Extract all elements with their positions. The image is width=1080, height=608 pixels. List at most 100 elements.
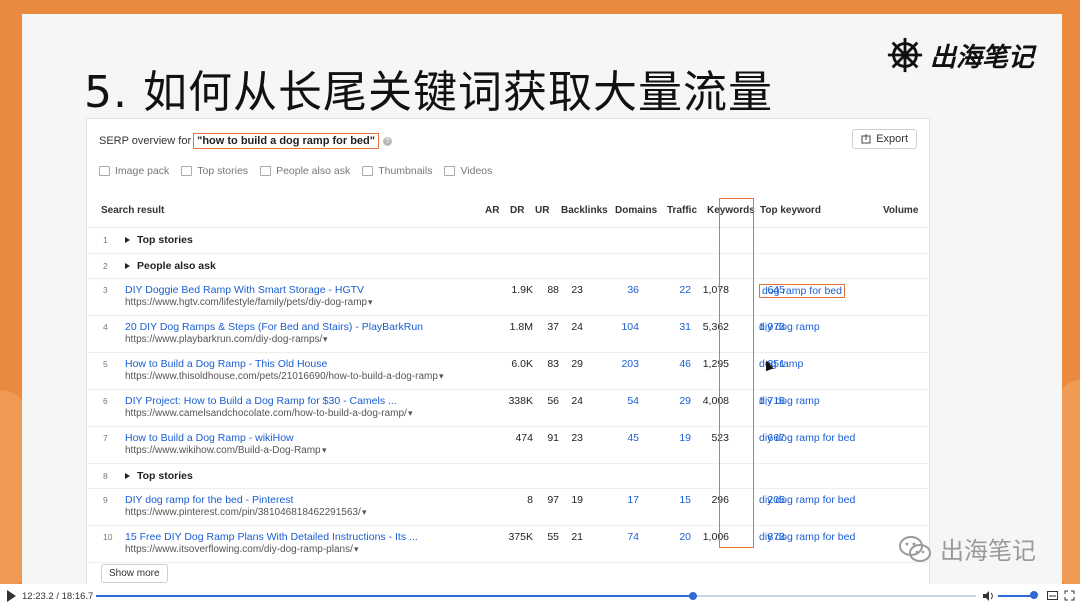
row-number: 3 bbox=[103, 285, 108, 295]
export-button[interactable]: Export bbox=[852, 129, 917, 149]
table-row: 7 How to Build a Dog Ramp - wikiHow https:… bbox=[87, 426, 929, 464]
cell-ur: 24 bbox=[571, 395, 583, 407]
group-toggle[interactable]: People also ask bbox=[125, 260, 216, 272]
result-title-link[interactable]: DIY dog ramp for the bed - Pinterest bbox=[125, 494, 293, 506]
top-keyword-link[interactable]: diy dog ramp bbox=[759, 321, 820, 333]
row-number: 5 bbox=[103, 359, 108, 369]
table-row: 9 DIY dog ramp for the bed - Pinterest htt… bbox=[87, 488, 929, 526]
filter-videos[interactable]: Videos bbox=[444, 165, 492, 177]
cell-backlinks[interactable]: 203 bbox=[589, 358, 639, 370]
chevron-down-icon[interactable]: ▾ bbox=[322, 445, 327, 456]
row-number: 1 bbox=[103, 235, 108, 245]
table-row: 3 DIY Doggie Bed Ramp With Smart Storage … bbox=[87, 278, 929, 316]
chevron-down-icon[interactable]: ▾ bbox=[354, 544, 359, 555]
col-volume[interactable]: Volume bbox=[883, 205, 918, 216]
question-icon bbox=[260, 166, 272, 176]
subtitles-icon[interactable] bbox=[1047, 590, 1058, 601]
result-url[interactable]: https://www.thisoldhouse.com/pets/210166… bbox=[125, 371, 438, 382]
col-ur[interactable]: UR bbox=[535, 205, 549, 216]
cell-ur: 19 bbox=[571, 494, 583, 506]
news-icon bbox=[181, 166, 193, 176]
filter-label: Top stories bbox=[197, 165, 249, 177]
result-title-link[interactable]: How to Build a Dog Ramp - wikiHow bbox=[125, 432, 294, 444]
col-traffic[interactable]: Traffic bbox=[667, 205, 697, 216]
chevron-down-icon[interactable]: ▾ bbox=[323, 334, 328, 345]
chevron-down-icon[interactable]: ▾ bbox=[408, 408, 413, 419]
top-keyword-link[interactable]: diy dog ramp for bed bbox=[759, 494, 855, 506]
result-url[interactable]: https://www.wikihow.com/Build-a-Dog-Ramp bbox=[125, 445, 321, 456]
col-domains[interactable]: Domains bbox=[615, 205, 657, 216]
export-label: Export bbox=[876, 133, 908, 145]
play-button[interactable] bbox=[7, 590, 16, 602]
cell-backlinks[interactable]: 45 bbox=[589, 432, 639, 444]
fullscreen-icon[interactable] bbox=[1064, 590, 1075, 601]
cell-volume: 900 bbox=[903, 494, 929, 506]
result-url[interactable]: https://www.pinterest.com/pin/3810468184… bbox=[125, 507, 361, 518]
chevron-down-icon[interactable]: ▾ bbox=[362, 507, 367, 518]
cell-backlinks[interactable]: 54 bbox=[589, 395, 639, 407]
chevron-down-icon[interactable]: ▾ bbox=[439, 371, 444, 382]
chevron-down-icon[interactable]: ▾ bbox=[368, 297, 373, 308]
image-icon bbox=[99, 166, 110, 176]
cell-ur: 23 bbox=[571, 432, 583, 444]
cell-backlinks[interactable]: 36 bbox=[589, 284, 639, 296]
col-top-keyword[interactable]: Top keyword bbox=[760, 205, 821, 216]
table-row: 4 20 DIY Dog Ramps & Steps (For Bed and S… bbox=[87, 315, 929, 353]
result-url[interactable]: https://www.camelsandchocolate.com/how-t… bbox=[125, 408, 407, 419]
filter-top-stories[interactable]: Top stories bbox=[181, 165, 248, 177]
result-url[interactable]: https://www.hgtv.com/lifestyle/family/pe… bbox=[125, 297, 367, 308]
filter-thumbnails[interactable]: Thumbnails bbox=[362, 165, 432, 177]
row-number: 9 bbox=[103, 495, 108, 505]
caret-right-icon bbox=[125, 263, 130, 269]
seek-bar[interactable] bbox=[96, 592, 976, 600]
caret-right-icon bbox=[125, 473, 130, 479]
result-title-link[interactable]: How to Build a Dog Ramp - This Old House bbox=[125, 358, 327, 370]
video-icon bbox=[444, 166, 456, 176]
row-number: 8 bbox=[103, 471, 108, 481]
time-display: 12:23.2 / 18:16.7 bbox=[22, 590, 94, 602]
group-row: 2 People also ask bbox=[87, 253, 929, 279]
col-search-result[interactable]: Search result bbox=[101, 205, 164, 216]
col-ar[interactable]: AR bbox=[485, 205, 499, 216]
volume-slider[interactable] bbox=[998, 595, 1034, 597]
top-keyword-link[interactable]: dog ramp for bed bbox=[759, 284, 845, 298]
result-url[interactable]: https://www.itsoverflowing.com/diy-dog-r… bbox=[125, 544, 353, 555]
group-toggle[interactable]: Top stories bbox=[125, 234, 193, 246]
brand-logo: 出海笔记 bbox=[886, 36, 1034, 74]
volume-handle[interactable] bbox=[1030, 591, 1038, 599]
show-more-button[interactable]: Show more bbox=[101, 564, 168, 583]
serp-header: SERP overview for "how to build a dog ra… bbox=[99, 133, 392, 149]
cell-ur: 21 bbox=[571, 531, 583, 543]
row-number: 10 bbox=[103, 532, 113, 542]
filter-label: People also ask bbox=[276, 165, 351, 177]
cell-ur: 23 bbox=[571, 284, 583, 296]
result-title-link[interactable]: 15 Free DIY Dog Ramp Plans With Detailed… bbox=[125, 531, 418, 543]
result-title-link[interactable]: 20 DIY Dog Ramps & Steps (For Bed and St… bbox=[125, 321, 423, 333]
cell-backlinks[interactable]: 104 bbox=[589, 321, 639, 333]
keywords-column-highlight bbox=[719, 198, 754, 548]
top-keyword-link[interactable]: diy dog ramp bbox=[759, 395, 820, 407]
top-keyword-link[interactable]: diy dog ramp for bed bbox=[759, 531, 855, 543]
col-backlinks[interactable]: Backlinks bbox=[561, 205, 608, 216]
result-title-link[interactable]: DIY Doggie Bed Ramp With Smart Storage -… bbox=[125, 284, 364, 296]
help-icon[interactable]: ? bbox=[382, 136, 392, 146]
ship-wheel-icon bbox=[887, 37, 923, 73]
serp-feature-filters: Image pack Top stories People also ask T… bbox=[99, 165, 492, 177]
cell-volume: 1.7K bbox=[903, 321, 929, 333]
result-url[interactable]: https://www.playbarkrun.com/diy-dog-ramp… bbox=[125, 334, 322, 345]
cell-backlinks[interactable]: 17 bbox=[589, 494, 639, 506]
result-title-link[interactable]: DIY Project: How to Build a Dog Ramp for… bbox=[125, 395, 397, 407]
seek-progress bbox=[96, 595, 693, 597]
col-dr[interactable]: DR bbox=[510, 205, 524, 216]
seek-handle[interactable] bbox=[688, 592, 697, 600]
volume-icon[interactable] bbox=[982, 590, 994, 602]
filter-image-pack[interactable]: Image pack bbox=[99, 165, 169, 177]
group-toggle[interactable]: Top stories bbox=[125, 470, 193, 482]
cell-backlinks[interactable]: 74 bbox=[589, 531, 639, 543]
top-keyword-link[interactable]: diy dog ramp for bed bbox=[759, 432, 855, 444]
cell-volume: 29K bbox=[903, 358, 929, 370]
watermark: 出海笔记 bbox=[898, 531, 1036, 566]
group-row: 8 Top stories bbox=[87, 463, 929, 489]
serp-panel: SERP overview for "how to build a dog ra… bbox=[86, 118, 930, 586]
filter-people-also-ask[interactable]: People also ask bbox=[260, 165, 350, 177]
